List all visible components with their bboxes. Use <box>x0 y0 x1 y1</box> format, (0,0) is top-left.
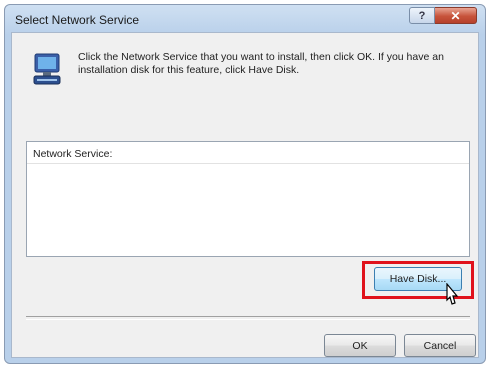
cancel-button[interactable]: Cancel <box>404 334 476 357</box>
network-computer-icon <box>33 53 61 85</box>
have-disk-label: Have Disk... <box>389 273 447 285</box>
ok-button[interactable]: OK <box>324 334 396 357</box>
help-icon: ? <box>418 9 426 22</box>
close-icon: ✕ <box>450 8 461 23</box>
instruction-text: Click the Network Service that you want … <box>78 51 444 76</box>
title-bar[interactable]: Select Network Service ? ✕ <box>5 5 485 33</box>
mouse-cursor-icon <box>446 283 459 305</box>
help-button[interactable]: ? <box>409 7 435 24</box>
ok-label: OK <box>352 339 368 352</box>
network-service-list[interactable]: Network Service: <box>26 141 470 257</box>
select-network-service-dialog: Select Network Service ? ✕ Click the Net… <box>4 4 486 364</box>
cancel-label: Cancel <box>423 339 457 352</box>
dialog-title: Select Network Service <box>15 13 140 27</box>
separator-line <box>26 316 470 320</box>
dialog-client-area: Click the Network Service that you want … <box>11 32 479 358</box>
list-column-header: Network Service: <box>27 142 469 164</box>
close-button[interactable]: ✕ <box>435 7 477 24</box>
caption-buttons: ? ✕ <box>409 7 477 25</box>
